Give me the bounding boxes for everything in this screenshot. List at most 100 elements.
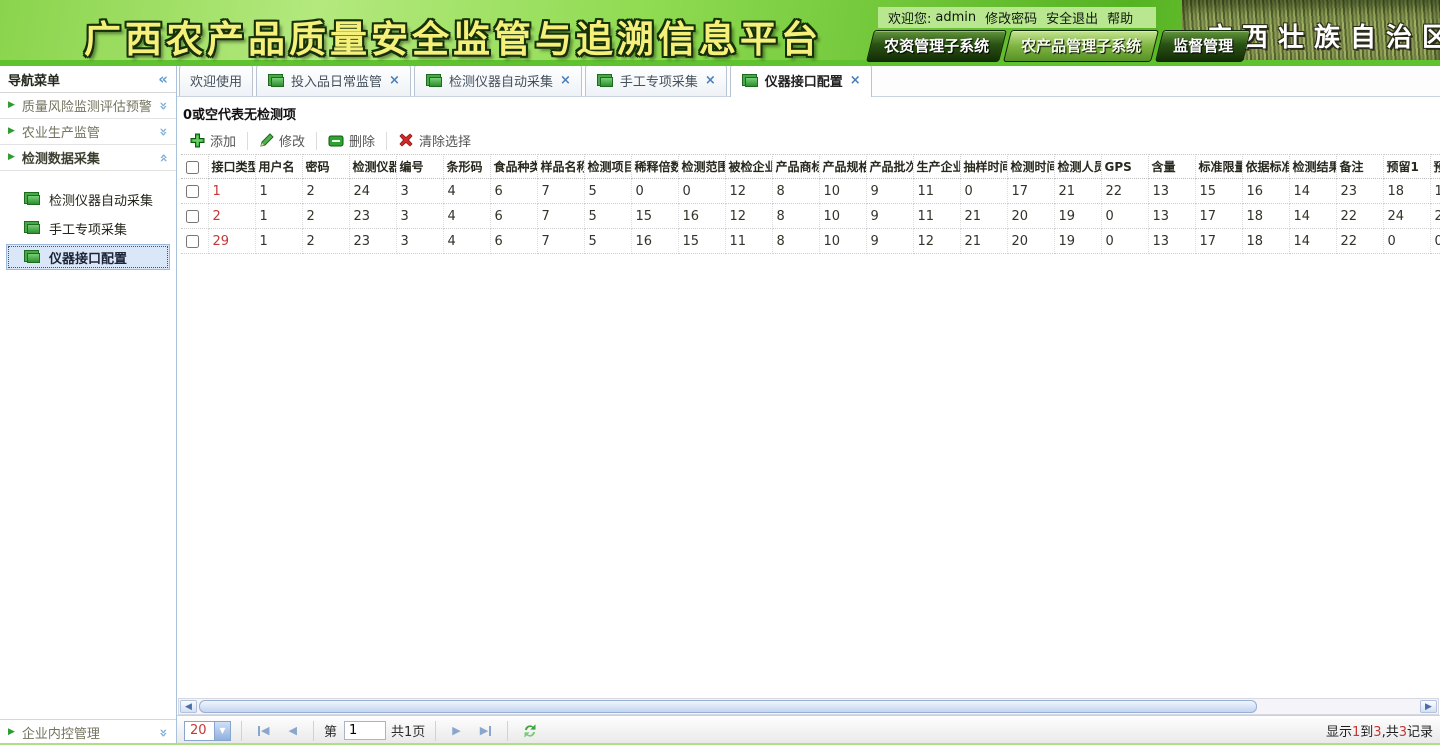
sidebar-item-manual-collection[interactable]: 手工专项采集	[6, 215, 170, 241]
row-checkbox[interactable]	[186, 235, 199, 248]
column-header[interactable]: 检测人员	[1054, 155, 1101, 179]
clear-selection-button[interactable]: 清除选择	[387, 131, 482, 150]
prev-page-icon: ◀	[288, 724, 296, 737]
close-icon[interactable]: ×	[850, 74, 861, 87]
column-header[interactable]: 用户名	[255, 155, 302, 179]
folder-icon	[27, 195, 40, 205]
sidebar-group-label: 农业生产监管	[22, 122, 100, 141]
column-header[interactable]: 检测范围	[678, 155, 725, 179]
column-header[interactable]: 检测时间	[1007, 155, 1054, 179]
status-number: 3	[1373, 725, 1381, 740]
table-cell: 20	[1007, 204, 1054, 229]
logout-link[interactable]: 安全退出	[1046, 8, 1098, 27]
delete-button[interactable]: 删除	[317, 131, 386, 150]
add-button[interactable]: 添加	[179, 131, 247, 150]
column-header[interactable]: 产品批次	[866, 155, 913, 179]
column-header[interactable]: 检测结果	[1289, 155, 1336, 179]
username: admin	[935, 10, 976, 25]
select-all-checkbox[interactable]	[186, 161, 199, 174]
scroll-right-button[interactable]: ▶	[1420, 700, 1437, 713]
column-header[interactable]: 依据标准	[1242, 155, 1289, 179]
column-header[interactable]: 备注	[1336, 155, 1383, 179]
table-row: 2912233467516151181091221201901317181422…	[181, 229, 1440, 254]
change-password-link[interactable]: 修改密码	[985, 8, 1037, 27]
system-tab-supervision[interactable]: 监督管理	[1155, 30, 1251, 62]
table-cell: 19	[1054, 229, 1101, 254]
page-size-select[interactable]: 20 ▼	[184, 721, 231, 741]
tab-input-daily-supervision[interactable]: 投入品日常监管 ×	[256, 66, 411, 96]
column-header[interactable]: 密码	[302, 155, 349, 179]
column-header[interactable]: 产品商标	[772, 155, 819, 179]
table-cell: 21	[1054, 179, 1101, 204]
sidebar-group-risk-monitoring[interactable]: ▶ 质量风险监测评估预警 «	[0, 93, 176, 119]
column-header[interactable]: 被检企业	[725, 155, 772, 179]
column-header[interactable]: 含量	[1148, 155, 1195, 179]
sidebar-title: 导航菜单	[8, 70, 60, 89]
tab-welcome[interactable]: 欢迎使用	[179, 66, 253, 96]
column-header[interactable]: 检测项目	[584, 155, 631, 179]
table-cell: 0	[1383, 229, 1430, 254]
folder-icon	[600, 77, 613, 87]
table-cell: 1	[208, 179, 255, 204]
hint-text: 0或空代表无检测项	[177, 97, 1440, 127]
collapse-sidebar-icon[interactable]: «	[158, 70, 168, 88]
tab-auto-collection[interactable]: 检测仪器自动采集 ×	[414, 66, 582, 96]
first-page-button[interactable]: ◀	[252, 724, 275, 737]
table-cell: 18	[1242, 204, 1289, 229]
close-icon[interactable]: ×	[389, 74, 400, 87]
sidebar-group-detection-data[interactable]: ▶ 检测数据采集 «	[0, 145, 176, 171]
sidebar-group-production-supervision[interactable]: ▶ 农业生产监管 «	[0, 119, 176, 145]
row-checkbox[interactable]	[186, 210, 199, 223]
table-cell: 16	[631, 229, 678, 254]
navigation-sidebar: 导航菜单 « ▶ 质量风险监测评估预警 « ▶ 农业生产监管 « ▶ 检测数据采…	[0, 66, 177, 745]
table-cell: 12	[725, 179, 772, 204]
close-icon[interactable]: ×	[705, 74, 716, 87]
tab-manual-collection[interactable]: 手工专项采集 ×	[585, 66, 727, 96]
next-page-button[interactable]: ▶	[446, 724, 466, 737]
table-cell: 8	[772, 204, 819, 229]
table-cell: 9	[866, 179, 913, 204]
scroll-left-button[interactable]: ◀	[180, 700, 197, 713]
system-tab-agri-materials[interactable]: 农资管理子系统	[866, 30, 1007, 62]
last-page-button[interactable]: ▶	[474, 724, 497, 737]
tab-instrument-interface-config[interactable]: 仪器接口配置 ×	[730, 66, 872, 97]
column-header[interactable]: 预留1	[1383, 155, 1430, 179]
column-header[interactable]: 接口类型	[208, 155, 255, 179]
column-header[interactable]: 预留2	[1430, 155, 1440, 179]
edit-button[interactable]: 修改	[248, 131, 316, 150]
table-cell: 17	[1195, 229, 1242, 254]
table-cell: 0	[678, 179, 725, 204]
sidebar-item-auto-collection[interactable]: 检测仪器自动采集	[6, 186, 170, 212]
page-number-input[interactable]	[344, 721, 386, 740]
sidebar-item-instrument-interface-config[interactable]: 仪器接口配置	[6, 244, 170, 270]
refresh-button[interactable]	[518, 723, 542, 739]
column-header[interactable]: 样品名称	[537, 155, 584, 179]
column-header[interactable]: GPS	[1101, 155, 1148, 179]
column-header[interactable]: 稀释倍数	[631, 155, 678, 179]
refresh-icon	[522, 723, 538, 739]
triangle-icon: ▶	[8, 153, 15, 162]
column-header[interactable]: 标准限量	[1195, 155, 1242, 179]
total-pages-label: 共1页	[391, 721, 425, 740]
triangle-icon: ▶	[8, 127, 15, 136]
column-header[interactable]: 条形码	[443, 155, 490, 179]
table-cell: 13	[1148, 229, 1195, 254]
tab-label: 欢迎使用	[190, 71, 242, 90]
table-cell: 14	[1289, 179, 1336, 204]
system-tab-agri-products[interactable]: 农产品管理子系统	[1003, 30, 1159, 62]
scrollbar-thumb[interactable]	[199, 700, 1257, 713]
column-header[interactable]: 产品规格	[819, 155, 866, 179]
column-header[interactable]: 检测仪器	[349, 155, 396, 179]
table-cell: 29	[208, 229, 255, 254]
close-icon[interactable]: ×	[560, 74, 571, 87]
column-header[interactable]: 编号	[396, 155, 443, 179]
sidebar-group-enterprise-control[interactable]: ▶ 企业内控管理 «	[0, 719, 176, 745]
help-link[interactable]: 帮助	[1107, 8, 1133, 27]
table-cell: 18	[1242, 229, 1289, 254]
column-header[interactable]: 生产企业	[913, 155, 960, 179]
grid-toolbar: 添加 修改 删除	[177, 127, 1440, 154]
prev-page-button[interactable]: ◀	[282, 724, 302, 737]
column-header[interactable]: 食品种类	[490, 155, 537, 179]
column-header[interactable]: 抽样时间	[960, 155, 1007, 179]
row-checkbox[interactable]	[186, 185, 199, 198]
